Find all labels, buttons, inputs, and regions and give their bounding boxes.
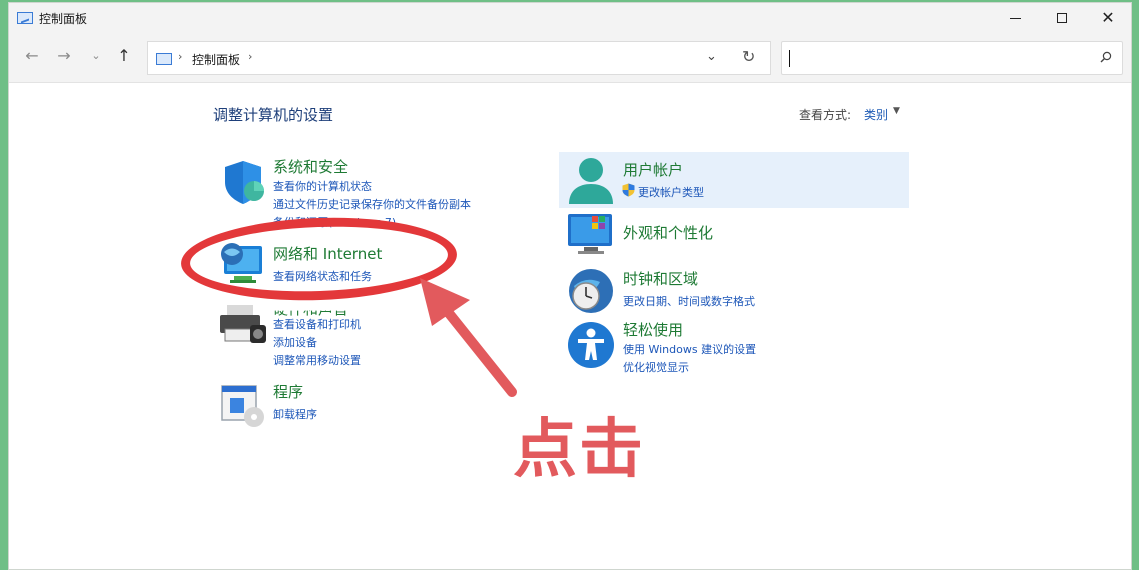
add-device-link[interactable]: 添加设备 — [273, 334, 317, 350]
breadcrumb-chevron-icon[interactable]: › — [248, 50, 252, 63]
programs-icon[interactable] — [220, 383, 266, 429]
minimize-icon — [1010, 18, 1021, 19]
change-date-time-link[interactable]: 更改日期、时间或数字格式 — [623, 293, 755, 309]
view-computer-status-link[interactable]: 查看你的计算机状态 — [273, 178, 372, 194]
search-icon[interactable] — [1100, 51, 1112, 63]
breadcrumb-chevron-icon[interactable]: › — [178, 50, 182, 63]
view-by-label: 查看方式: — [799, 108, 852, 122]
up-button[interactable]: ↑ — [113, 46, 135, 65]
annotation-click-text: 点击 — [513, 413, 645, 487]
windows-recommended-settings-link[interactable]: 使用 Windows 建议的设置 — [623, 341, 756, 357]
system-security-title[interactable]: 系统和安全 — [273, 156, 348, 177]
user-accounts-title[interactable]: 用户帐户 — [623, 159, 683, 180]
maximize-button[interactable] — [1039, 3, 1085, 33]
maximize-icon — [1057, 13, 1067, 23]
uac-shield-icon — [622, 183, 635, 197]
personalization-monitor-icon[interactable] — [566, 212, 616, 256]
appearance-personalization-title[interactable]: 外观和个性化 — [623, 222, 713, 243]
control-panel-icon — [156, 53, 172, 65]
recent-locations-button[interactable]: ⌄ — [85, 49, 107, 62]
mobility-settings-link[interactable]: 调整常用移动设置 — [273, 352, 361, 368]
close-icon: ✕ — [1101, 8, 1115, 27]
change-account-type-link[interactable]: 更改帐户类型 — [638, 184, 704, 200]
accessibility-icon[interactable] — [566, 320, 616, 370]
close-button[interactable]: ✕ — [1085, 3, 1131, 33]
ease-of-access-title[interactable]: 轻松使用 — [623, 319, 683, 340]
printer-icon[interactable] — [217, 303, 267, 345]
uninstall-program-link[interactable]: 卸载程序 — [273, 406, 317, 422]
back-button[interactable]: ← — [21, 46, 43, 65]
view-by-dropdown[interactable]: 类别 — [864, 106, 888, 123]
address-dropdown-icon[interactable]: ⌄ — [706, 49, 717, 64]
devices-printers-link[interactable]: 查看设备和打印机 — [273, 316, 361, 332]
forward-button[interactable]: → — [53, 46, 75, 65]
title-bar: 控制面板 ✕ — [9, 3, 1131, 33]
user-avatar-icon[interactable] — [567, 156, 615, 206]
clock-globe-icon[interactable] — [566, 266, 616, 316]
view-by-caret-icon[interactable]: ▼ — [893, 106, 900, 116]
shield-icon[interactable] — [220, 158, 266, 206]
window-title: 控制面板 — [39, 12, 88, 26]
minimize-button[interactable] — [993, 3, 1039, 33]
navigation-bar: ← → ⌄ ↑ › 控制面板 › ⌄ ↻ — [9, 33, 1131, 83]
clock-region-title[interactable]: 时钟和区域 — [623, 268, 698, 289]
control-panel-icon — [17, 12, 33, 24]
search-input[interactable] — [788, 48, 1078, 70]
search-box[interactable] — [781, 41, 1123, 75]
file-history-link[interactable]: 通过文件历史记录保存你的文件备份副本 — [273, 196, 471, 212]
optimize-visual-display-link[interactable]: 优化视觉显示 — [623, 359, 689, 375]
breadcrumb-control-panel[interactable]: 控制面板 — [192, 51, 240, 68]
programs-title[interactable]: 程序 — [273, 381, 303, 402]
refresh-icon[interactable]: ↻ — [742, 47, 755, 66]
address-bar[interactable]: › 控制面板 › ⌄ ↻ — [147, 41, 771, 75]
text-caret — [789, 50, 790, 67]
page-heading: 调整计算机的设置 — [213, 106, 334, 124]
